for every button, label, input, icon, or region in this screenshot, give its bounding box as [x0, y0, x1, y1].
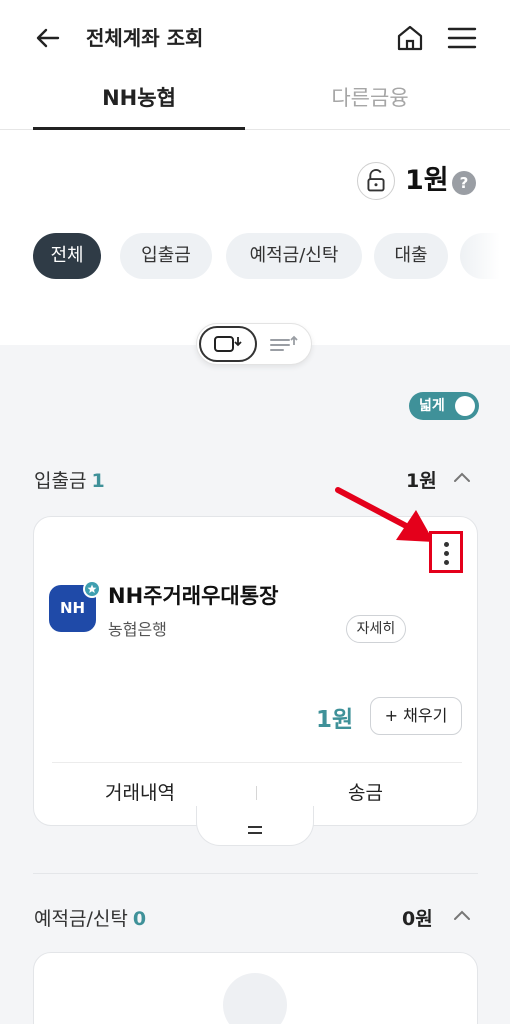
chevron-up-icon[interactable]: [452, 906, 472, 926]
filter-savings-trust[interactable]: 예적금/신탁: [226, 233, 362, 279]
top-panel: 전체계좌 조회 NH농협 다른금융 1원 ? 전체 입출금 예적금/신탁 대출: [0, 0, 510, 345]
section-savings-title: 예적금/신탁 0: [34, 904, 146, 931]
unlock-button[interactable]: [357, 162, 395, 200]
chevron-up-icon[interactable]: [452, 468, 472, 488]
transaction-history-button[interactable]: 거래내역: [105, 778, 175, 805]
more-dot: [444, 560, 449, 565]
unlock-icon: [367, 168, 385, 192]
switch-knob: [455, 396, 475, 416]
more-dot: [444, 551, 449, 556]
card-view-button[interactable]: [199, 326, 257, 362]
view-toggle: [196, 323, 312, 365]
bank-name: 농협은행: [108, 620, 167, 639]
home-icon[interactable]: [394, 22, 426, 54]
fill-up-button[interactable]: + 채우기: [370, 697, 462, 735]
page-title: 전체계좌 조회: [86, 26, 204, 50]
more-options-button[interactable]: [429, 531, 463, 573]
account-balance: 1원: [316, 707, 354, 733]
drag-handle-icon: [248, 826, 262, 834]
card-view-icon: [214, 336, 242, 352]
tab-other-finance[interactable]: 다른금융: [264, 76, 476, 130]
section-savings-amount: 0원: [402, 908, 433, 930]
section-savings-count: 0: [132, 908, 147, 930]
wide-view-label: 넓게: [419, 398, 445, 414]
app-header: 전체계좌 조회: [0, 0, 510, 76]
account-name: NH주거래우대통장: [108, 584, 279, 608]
bank-tabs: NH농협 다른금융: [0, 76, 510, 130]
filter-loan[interactable]: 대출: [374, 233, 448, 279]
filter-overflow-fade: [460, 233, 510, 279]
section-deposit-count: 1: [91, 470, 105, 492]
filter-deposit[interactable]: 입출금: [120, 233, 212, 279]
transfer-button[interactable]: 송금: [348, 778, 383, 805]
red-arrow-annotation: [335, 487, 434, 542]
account-card: [33, 516, 478, 826]
wide-view-switch[interactable]: 넓게: [409, 392, 479, 420]
detail-button[interactable]: 자세히: [346, 615, 406, 643]
filter-all[interactable]: 전체: [33, 233, 101, 279]
section-savings-name: 예적금/신탁: [34, 908, 128, 930]
favorite-star-icon: [83, 580, 101, 598]
section-deposit-name: 입출금: [34, 470, 87, 492]
hamburger-menu-icon[interactable]: [446, 22, 478, 54]
card-divider: [52, 762, 462, 763]
action-separator: [256, 786, 257, 800]
more-vertical-icon: [444, 542, 449, 547]
section-divider: [33, 873, 478, 874]
total-balance: 1원: [405, 165, 449, 196]
tab-nh[interactable]: NH농협: [33, 76, 245, 130]
section-deposit-title: 입출금 1: [34, 466, 105, 493]
help-icon[interactable]: ?: [452, 171, 476, 195]
list-sort-icon: [270, 335, 298, 351]
list-sort-button[interactable]: [263, 326, 309, 362]
back-arrow-icon[interactable]: [34, 24, 62, 52]
